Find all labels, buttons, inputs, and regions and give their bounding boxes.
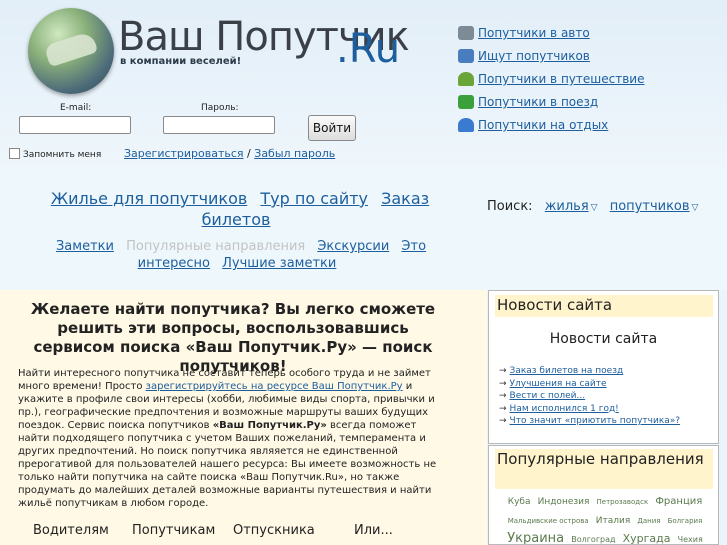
password-field[interactable]	[163, 116, 275, 134]
sub-nav-notes[interactable]: Заметки	[56, 239, 114, 254]
nav-link-label[interactable]: Попутчики на отдых	[478, 118, 608, 132]
nav-link-label[interactable]: Попутчики в авто	[478, 26, 590, 40]
search-travelers-dropdown[interactable]: попутчиков ▽	[610, 199, 699, 214]
sub-nav-excursions[interactable]: Экскурсии	[317, 239, 389, 254]
tag-link[interactable]: Индонезия	[538, 497, 590, 507]
intro-paragraph: Найти интересного попутчика не составит …	[18, 367, 438, 510]
search-option-label: попутчиков	[609, 199, 690, 214]
password-label: Пароль:	[201, 103, 239, 113]
nav-link-travel[interactable]: Попутчики в путешествие	[458, 72, 644, 86]
tag-link[interactable]: Мальдивские острова	[508, 517, 589, 525]
nav-link-train[interactable]: Попутчики в поезд	[458, 95, 598, 109]
main-nav: Жилье для попутчиков Тур по сайту Заказ …	[38, 188, 438, 230]
chevron-down-icon: ▽	[590, 203, 598, 213]
popular-header: Популярные направления	[495, 449, 713, 489]
login-button[interactable]: Войти	[308, 115, 356, 141]
tag-link[interactable]: Волгоград	[571, 535, 615, 544]
intro-heading: Желаете найти попутчика? Вы легко сможет…	[30, 300, 436, 375]
category-vacationers[interactable]: Отпускника	[233, 523, 315, 538]
news-link[interactable]: Улучшения на сайте	[510, 379, 607, 389]
tag-cloud: Куба Индонезия Петрозаводск Франция Маль…	[495, 491, 715, 544]
email-field[interactable]	[19, 116, 131, 134]
register-inline-link[interactable]: зарегистрируйтесь на ресурсе Ваш Попутчи…	[146, 381, 403, 392]
bus-icon	[458, 49, 474, 63]
globe-logo-icon[interactable]	[28, 8, 114, 94]
news-link[interactable]: Заказ билетов на поезд	[510, 366, 624, 376]
logo-tagline: в компании веселей!	[120, 56, 242, 67]
email-label: E-mail:	[60, 103, 92, 113]
news-link[interactable]: Вести с полей...	[510, 391, 586, 401]
news-list: Заказ билетов на поезд Улучшения на сайт…	[499, 365, 681, 428]
tag-link[interactable]: Чехия	[678, 535, 703, 544]
nav-link-auto[interactable]: Попутчики в авто	[458, 26, 590, 40]
palm-tree-icon	[458, 72, 474, 86]
register-link[interactable]: Зарегистрироваться	[124, 147, 244, 160]
news-header: Новости сайта	[495, 295, 713, 317]
list-item: Заказ билетов на поезд	[499, 365, 680, 378]
tag-link[interactable]: Болгария	[668, 517, 703, 525]
beach-umbrella-icon	[458, 118, 474, 132]
car-icon	[458, 26, 474, 40]
intro-text-part: всегда поможет найти подходящего попутчи…	[18, 420, 437, 509]
logo-domain[interactable]: .Ru	[336, 26, 400, 72]
tag-link[interactable]: Петрозаводск	[597, 498, 649, 506]
nav-link-vacation[interactable]: Попутчики на отдых	[458, 118, 608, 132]
list-item: Улучшения на сайте	[499, 378, 680, 391]
tag-link[interactable]: Куба	[508, 497, 531, 507]
news-link[interactable]: Что значит «приютить попутчика»?	[510, 416, 681, 426]
tag-link[interactable]: Дания	[637, 517, 660, 525]
sub-nav-popular: Популярные направления	[126, 239, 306, 254]
remember-checkbox[interactable]	[9, 148, 20, 159]
nav-link-label[interactable]: Попутчики в путешествие	[478, 72, 644, 86]
main-nav-tour[interactable]: Тур по сайту	[260, 189, 368, 208]
search-housing-dropdown[interactable]: жилья ▽	[545, 199, 598, 214]
nav-link-label[interactable]: Попутчики в поезд	[478, 95, 598, 109]
category-or[interactable]: Или...	[354, 523, 393, 538]
list-item: Нам исполнился 1 год!	[499, 403, 680, 416]
tag-link[interactable]: Украина	[507, 531, 564, 544]
intro-bold-name: «Ваш Попутчик.Ру»	[212, 420, 327, 431]
category-drivers[interactable]: Водителям	[33, 523, 109, 538]
sub-nav-best-notes[interactable]: Лучшие заметки	[222, 256, 336, 271]
chevron-down-icon: ▽	[691, 203, 699, 213]
news-link[interactable]: Нам исполнился 1 год!	[510, 404, 619, 414]
search-option-label: жилья	[544, 199, 589, 214]
list-item: Вести с полей...	[499, 390, 680, 403]
nav-link-seekers[interactable]: Ищут попутчиков	[458, 49, 590, 63]
auth-links: Зарегистрироваться / Забыл пароль	[124, 147, 335, 160]
list-item: Что значит «приютить попутчика»?	[499, 415, 681, 428]
separator: /	[243, 147, 255, 160]
category-travelers[interactable]: Попутчикам	[132, 523, 215, 538]
news-title: Новости сайта	[549, 331, 658, 347]
popular-destinations-panel: Популярные направления Куба Индонезия Пе…	[488, 445, 719, 545]
tag-link[interactable]: Хургада	[623, 532, 671, 544]
nav-link-label[interactable]: Ищут попутчиков	[478, 49, 590, 63]
tag-link[interactable]: Италия	[596, 516, 631, 526]
news-panel: Новости сайта Новости сайта Заказ билето…	[488, 290, 719, 444]
train-icon	[458, 95, 474, 109]
search-label: Поиск:	[487, 199, 533, 214]
remember-label: Запомнить меня	[23, 150, 102, 160]
sub-nav: Заметки Популярные направления Экскурсии…	[44, 238, 434, 272]
forgot-password-link[interactable]: Забыл пароль	[254, 147, 335, 160]
main-nav-housing[interactable]: Жилье для попутчиков	[51, 189, 247, 208]
tag-link[interactable]: Франция	[655, 496, 702, 507]
search-bar: Поиск: жилья ▽ попутчиков ▽	[487, 199, 698, 214]
